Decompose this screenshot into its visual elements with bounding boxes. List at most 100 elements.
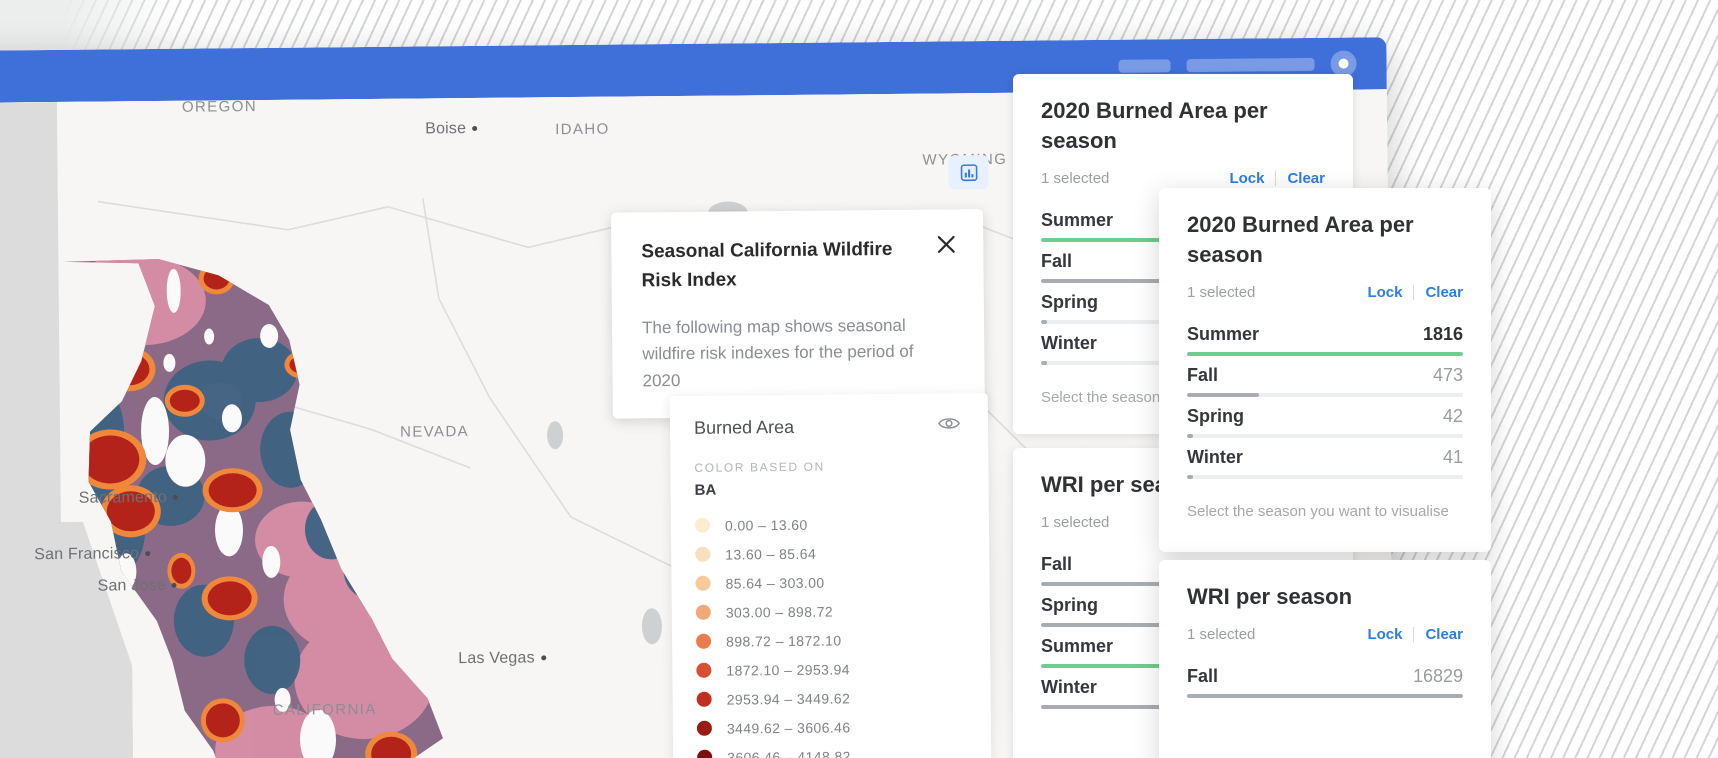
season-value: 1816 — [1422, 323, 1463, 344]
legend-item[interactable]: 13.60 – 85.64 — [695, 537, 965, 569]
legend-item[interactable]: 0.00 – 13.60 — [694, 508, 965, 540]
lock-button[interactable]: Lock — [1229, 170, 1264, 187]
visibility-eye-icon[interactable] — [938, 415, 960, 436]
action-divider — [1413, 626, 1415, 642]
season-label: Summer — [1187, 323, 1260, 344]
chart-toggle-button[interactable] — [948, 155, 989, 190]
season-bar-track — [1187, 351, 1463, 356]
season-row[interactable]: Spring 42 — [1187, 397, 1463, 438]
info-card-title: Seasonal California Wildfire Risk Index — [641, 238, 893, 291]
legend-item[interactable]: 303.00 – 898.72 — [695, 595, 966, 627]
selected-count: 1 selected — [1041, 169, 1110, 187]
action-divider — [1413, 284, 1415, 300]
avatar-dot — [1338, 58, 1349, 69]
legend-swatch — [695, 604, 711, 620]
season-label: Winter — [1041, 676, 1097, 697]
info-callout-card: Seasonal California Wildfire Risk Index … — [610, 209, 985, 419]
legend-swatch — [696, 691, 712, 707]
season-value: 42 — [1442, 405, 1463, 426]
legend-range-label: 85.64 – 303.00 — [725, 574, 825, 592]
lock-button[interactable]: Lock — [1367, 626, 1402, 643]
legend-range-label: 0.00 – 13.60 — [724, 516, 808, 534]
legend-item[interactable]: 3606.46 – 4148.82 — [697, 740, 967, 758]
panel-actions: Lock Clear — [1229, 170, 1325, 187]
season-row[interactable]: Fall 473 — [1187, 356, 1463, 397]
panel-actions: Lock Clear — [1367, 626, 1463, 643]
panel-burned-area-front[interactable]: 2020 Burned Area per season 1 selected Loc… — [1159, 188, 1491, 552]
season-value: 16829 — [1412, 665, 1463, 686]
legend-panel: Burned Area COLOR BASED ON BA 0.00 – 13.… — [669, 393, 993, 758]
season-bar-fill — [1187, 433, 1193, 438]
panel-hint: Select the season you want to visualise — [1187, 502, 1449, 520]
legend-swatch — [697, 749, 713, 758]
season-bar-fill — [1187, 693, 1463, 698]
selected-count: 1 selected — [1187, 283, 1256, 301]
close-icon[interactable] — [933, 231, 959, 257]
panel-wri-front[interactable]: WRI per season 1 selected Lock Clear Fall 168… — [1159, 560, 1491, 758]
legend-swatch — [696, 633, 712, 649]
avatar[interactable] — [1330, 50, 1357, 77]
legend-item[interactable]: 2953.94 – 3449.62 — [696, 682, 967, 714]
legend-item[interactable]: 3449.62 – 3606.46 — [696, 711, 967, 743]
legend-item-list: 0.00 – 13.60 13.60 – 85.64 85.64 – 303.00 3… — [694, 508, 967, 758]
season-row[interactable]: Summer 1816 — [1187, 315, 1463, 356]
season-label: Spring — [1041, 594, 1098, 615]
header-placeholder-short[interactable] — [1118, 58, 1171, 73]
season-bar-fill — [1187, 474, 1193, 479]
legend-range-label: 2953.94 – 3449.62 — [726, 689, 851, 708]
legend-field-name: BA — [694, 481, 717, 499]
selected-count: 1 selected — [1187, 625, 1256, 643]
panel-actions: Lock Clear — [1367, 284, 1463, 301]
season-row[interactable]: Fall 16829 — [1187, 657, 1463, 698]
season-row-top: Fall 16829 — [1187, 666, 1463, 687]
season-label: Summer — [1041, 635, 1114, 656]
legend-swatch — [695, 546, 711, 562]
season-bar-fill — [1041, 278, 1166, 283]
season-bar-fill — [1187, 351, 1463, 356]
legend-swatch — [696, 662, 712, 678]
clear-button[interactable]: Clear — [1425, 626, 1463, 643]
lock-button[interactable]: Lock — [1367, 284, 1402, 301]
season-bar-fill — [1187, 392, 1259, 397]
panel-meta-row: 1 selected Lock Clear — [1041, 170, 1325, 187]
legend-subtitle: COLOR BASED ON — [694, 459, 825, 475]
season-label: Winter — [1041, 332, 1097, 353]
season-value: 41 — [1442, 446, 1463, 467]
clear-button[interactable]: Clear — [1287, 170, 1325, 187]
clear-button[interactable]: Clear — [1425, 284, 1463, 301]
season-bar-fill — [1041, 360, 1047, 365]
legend-range-label: 1872.10 – 2953.94 — [726, 660, 851, 679]
season-label: Fall — [1187, 665, 1219, 686]
season-label: Winter — [1187, 446, 1243, 467]
legend-range-label: 3449.62 – 3606.46 — [726, 718, 851, 737]
info-card-body: The following map shows seasonal wildfir… — [641, 315, 914, 391]
close-x-glyph — [937, 235, 955, 253]
legend-title: Burned Area — [693, 416, 795, 438]
season-row-top: Spring 42 — [1187, 406, 1463, 427]
panel-title: 2020 Burned Area per season — [1041, 98, 1268, 153]
legend-swatch — [696, 720, 712, 736]
screenshot-root: OREGON IDAHO NEVADA CALIFORNIA WYOMING B… — [0, 0, 1718, 758]
season-row-top: Fall 473 — [1187, 365, 1463, 386]
panel-meta-row: 1 selected Lock Clear — [1187, 284, 1463, 301]
legend-range-label: 303.00 – 898.72 — [725, 603, 834, 621]
bar-chart-icon — [960, 163, 977, 181]
legend-item[interactable]: 898.72 – 1872.10 — [696, 624, 966, 656]
season-row-top: Summer 1816 — [1187, 324, 1463, 345]
season-row-list: Summer 1816 Fall 473 Spring 42 Winter 41 — [1187, 315, 1463, 479]
season-bar-track — [1187, 693, 1463, 698]
legend-range-label: 13.60 – 85.64 — [725, 545, 817, 563]
season-row-list: Fall 16829 — [1187, 657, 1463, 698]
legend-item[interactable]: 1872.10 – 2953.94 — [696, 653, 966, 685]
wildfire-risk-raster — [63, 256, 444, 758]
season-label: Fall — [1187, 364, 1219, 385]
legend-range-label: 3606.46 – 4148.82 — [727, 747, 851, 758]
season-bar-fill — [1041, 319, 1047, 324]
season-label: Spring — [1041, 291, 1098, 312]
season-bar-track — [1187, 392, 1463, 397]
season-row[interactable]: Winter 41 — [1187, 438, 1463, 479]
header-placeholder-long[interactable] — [1186, 57, 1315, 72]
panel-meta-row: 1 selected Lock Clear — [1187, 626, 1463, 643]
season-label: Summer — [1041, 209, 1114, 230]
legend-item[interactable]: 85.64 – 303.00 — [695, 566, 965, 598]
